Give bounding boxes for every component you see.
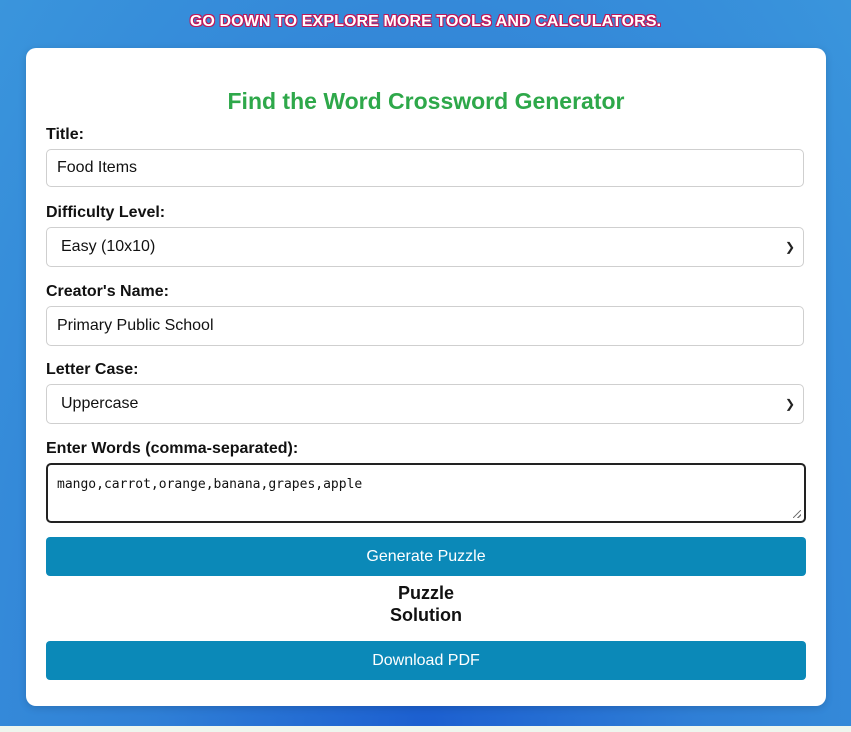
title-input-value: Food Items	[57, 159, 138, 176]
difficulty-select-value: Easy (10x10)	[61, 238, 156, 255]
creator-input-value: Primary Public School	[57, 317, 214, 334]
explore-banner: GO DOWN TO EXPLORE MORE TOOLS AND CALCUL…	[189, 13, 662, 30]
difficulty-label: Difficulty Level:	[46, 204, 166, 221]
resize-handle-icon[interactable]	[793, 510, 801, 518]
creator-input[interactable]: Primary Public School	[46, 306, 804, 346]
chevron-down-icon: ❯	[784, 240, 795, 254]
generate-puzzle-button[interactable]: Generate Puzzle	[46, 537, 806, 576]
generator-card: Find the Word Crossword Generator Title:…	[26, 48, 826, 706]
case-select-value: Uppercase	[61, 395, 139, 412]
puzzle-heading: Puzzle	[397, 583, 454, 603]
title-input[interactable]: Food Items	[46, 149, 804, 187]
case-label: Letter Case:	[46, 361, 139, 378]
chevron-down-icon: ❯	[784, 397, 795, 411]
words-textarea[interactable]: mango,carrot,orange,banana,grapes,apple	[46, 463, 806, 523]
difficulty-select[interactable]: Easy (10x10) ❯	[46, 227, 804, 267]
solution-heading: Solution	[390, 605, 462, 625]
page-bottom-edge	[0, 726, 851, 732]
download-pdf-button[interactable]: Download PDF	[46, 641, 806, 680]
words-textarea-value: mango,carrot,orange,banana,grapes,apple	[57, 477, 363, 492]
words-label: Enter Words (comma-separated):	[46, 440, 299, 457]
creator-label: Creator's Name:	[46, 283, 169, 300]
page-title: Find the Word Crossword Generator	[227, 88, 625, 114]
case-select[interactable]: Uppercase ❯	[46, 384, 804, 424]
title-label: Title:	[46, 126, 84, 143]
